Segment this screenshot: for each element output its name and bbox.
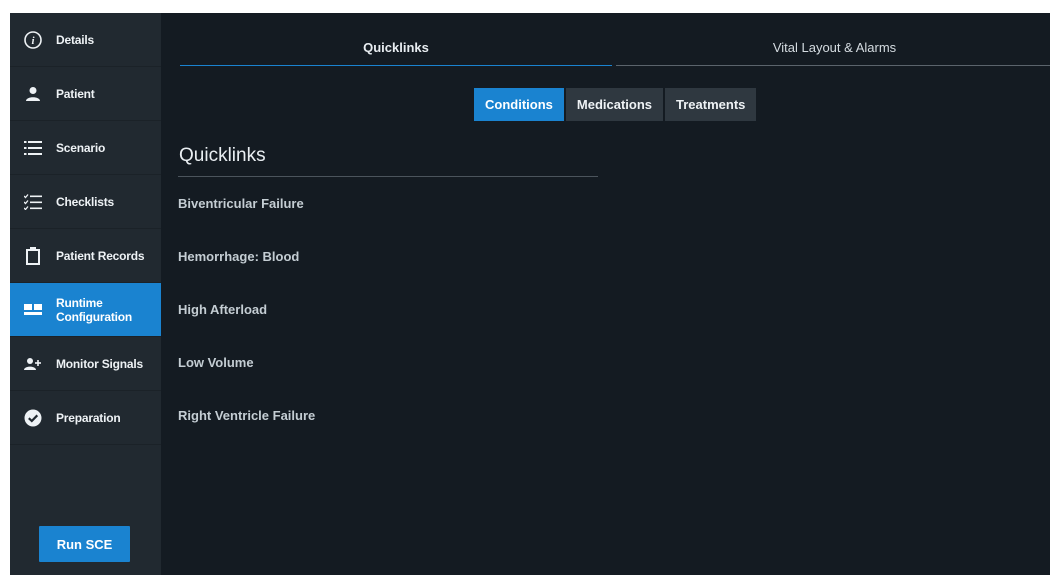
quicklink-item[interactable]: Hemorrhage: Blood (178, 249, 315, 302)
svg-text:i: i (31, 35, 35, 47)
quicklinks-list: Biventricular Failure Hemorrhage: Blood … (178, 196, 315, 461)
tab-quicklinks[interactable]: Quicklinks (180, 29, 612, 66)
quicklink-item[interactable]: High Afterload (178, 302, 315, 355)
sidebar-item-label: Patient Records (56, 248, 145, 263)
subtab-bar: Conditions Medications Treatments (474, 88, 757, 121)
subtab-treatments[interactable]: Treatments (665, 88, 757, 121)
list-icon (22, 137, 44, 159)
run-sce-button[interactable]: Run SCE (39, 526, 130, 562)
sidebar-item-label: Checklists (56, 194, 115, 209)
sidebar-item-label: Monitor Signals (56, 356, 144, 371)
person-add-icon (22, 353, 44, 375)
sidebar-item-label: Preparation (56, 410, 121, 425)
sidebar-item-monitor-signals[interactable]: Monitor Signals (10, 337, 161, 391)
sidebar: i Details Patient Scenario Checklists Pa… (10, 13, 161, 575)
person-icon (22, 83, 44, 105)
subtab-medications[interactable]: Medications (565, 88, 664, 121)
quicklinks-heading: Quicklinks (179, 145, 266, 166)
sidebar-item-checklists[interactable]: Checklists (10, 175, 161, 229)
checklist-icon (22, 191, 44, 213)
quicklink-item[interactable]: Right Ventricle Failure (178, 408, 315, 461)
app-window: i Details Patient Scenario Checklists Pa… (10, 13, 1050, 575)
divider (178, 176, 598, 177)
check-circle-icon (22, 407, 44, 429)
subtab-conditions[interactable]: Conditions (474, 88, 564, 121)
sidebar-item-patient-records[interactable]: Patient Records (10, 229, 161, 283)
quicklink-item[interactable]: Low Volume (178, 355, 315, 408)
dashboard-icon (22, 299, 44, 321)
sidebar-item-label: Runtime Configuration (56, 295, 133, 324)
sidebar-item-label: Patient (56, 86, 95, 101)
quicklink-item[interactable]: Biventricular Failure (178, 196, 315, 249)
info-icon: i (22, 29, 44, 51)
sidebar-item-label: Scenario (56, 140, 106, 155)
sidebar-item-runtime-configuration[interactable]: Runtime Configuration (10, 283, 161, 337)
sidebar-item-details[interactable]: i Details (10, 13, 161, 67)
sidebar-item-label: Details (56, 32, 94, 47)
sidebar-item-patient[interactable]: Patient (10, 67, 161, 121)
sidebar-item-scenario[interactable]: Scenario (10, 121, 161, 175)
tab-vital-layout-alarms[interactable]: Vital Layout & Alarms (616, 29, 1050, 66)
sidebar-item-preparation[interactable]: Preparation (10, 391, 161, 445)
main-panel: Quicklinks Vital Layout & Alarms Conditi… (161, 13, 1050, 575)
clipboard-icon (22, 245, 44, 267)
